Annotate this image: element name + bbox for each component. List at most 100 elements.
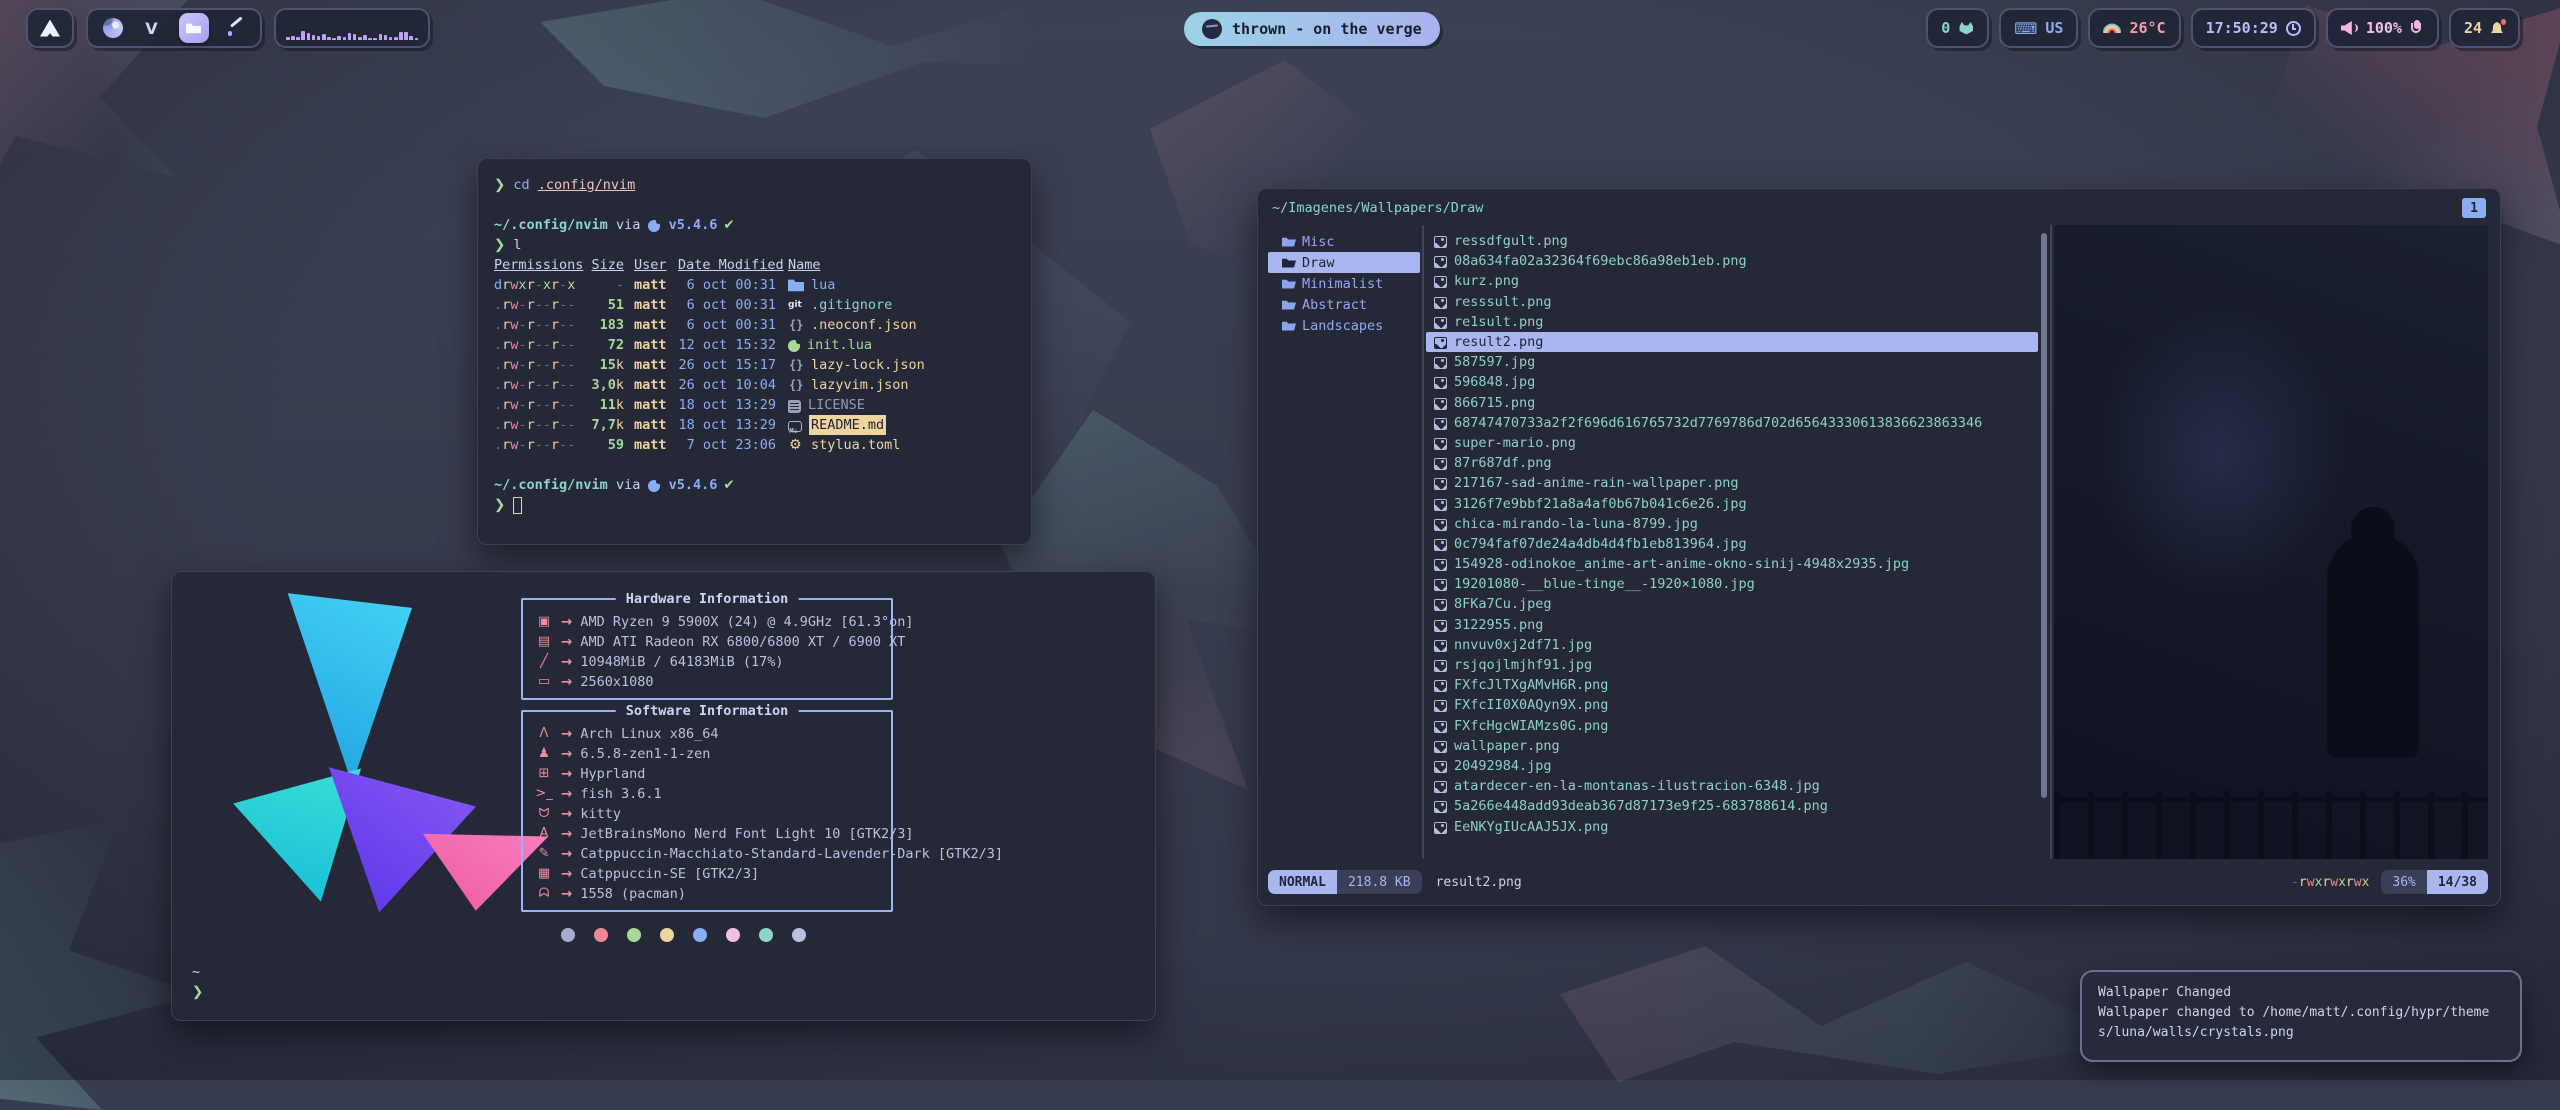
dock-item-vim[interactable] xyxy=(140,14,164,42)
viz-bar xyxy=(399,32,403,40)
file-row[interactable]: ressdfgult.png xyxy=(1426,231,2038,251)
file-row[interactable]: 19201080-__blue-tinge__-1920×1080.jpg xyxy=(1426,574,2038,594)
arrow-icon: → xyxy=(561,672,572,692)
owner: matt xyxy=(634,295,672,315)
permissions: .rw-r--r-- xyxy=(494,295,578,315)
notification-popup[interactable]: Wallpaper Changed Wallpaper changed to /… xyxy=(2080,970,2522,1062)
column-header: Date Modified xyxy=(678,255,776,275)
terminal-command-line: ❯ l xyxy=(494,235,1015,255)
status-widgets: 0 US 26°C 17:50:29 100% 24 xyxy=(1926,8,2520,48)
tab-indicator[interactable]: 1 xyxy=(2462,198,2486,218)
file-row[interactable]: resssult.png xyxy=(1426,292,2038,312)
file-row[interactable]: 217167-sad-anime-rain-wallpaper.png xyxy=(1426,473,2038,493)
file-name: lazy-lock.json xyxy=(811,355,925,375)
size: 15k xyxy=(584,355,624,375)
file-row[interactable]: 87r687df.png xyxy=(1426,453,2038,473)
notification-count-widget[interactable]: 0 xyxy=(1926,8,1989,48)
file-row[interactable]: 68747470733a2f2f696d616765732d7769786d70… xyxy=(1426,413,2038,433)
file-row[interactable]: atardecer-en-la-montanas-ilustracion-634… xyxy=(1426,776,2038,796)
file-name: chica-mirando-la-luna-8799.jpg xyxy=(1454,516,1698,532)
file-manager-window[interactable]: ~/Imagenes/Wallpapers/Draw 1 MiscDrawMin… xyxy=(1257,188,2501,906)
audio-visualizer-widget[interactable] xyxy=(274,8,430,48)
sidebar-item-misc[interactable]: Misc xyxy=(1268,231,1420,252)
media-player-widget[interactable]: thrown - on the verge xyxy=(1184,12,1440,46)
volume-widget[interactable]: 100% xyxy=(2326,8,2439,48)
terminal-prompt-line[interactable]: ❯ xyxy=(494,495,1015,515)
file-row[interactable]: kurz.png xyxy=(1426,271,2038,291)
file-row[interactable]: 587597.jpg xyxy=(1426,352,2038,372)
terminal-blank-line xyxy=(494,455,1015,475)
file-row[interactable]: FXfcJlTXgAMvH6R.png xyxy=(1426,675,2038,695)
firefox-icon xyxy=(103,18,123,38)
viz-bar xyxy=(389,37,393,40)
command: cd xyxy=(513,175,529,195)
fetch-item-text: AMD ATI Radeon RX 6800/6800 XT / 6900 XT xyxy=(580,632,905,652)
weather-widget[interactable]: 26°C xyxy=(2088,8,2180,48)
file-name: 596848.jpg xyxy=(1454,374,1535,390)
file-name: 587597.jpg xyxy=(1454,354,1535,370)
clock-widget[interactable]: 17:50:29 xyxy=(2191,8,2316,48)
permissions: drwxr-xr-x xyxy=(494,275,578,295)
terminal-icon: ᗢ xyxy=(533,804,555,824)
bell-icon xyxy=(2490,21,2505,35)
file-row[interactable]: 5a266e448add93deab367d87173e9f25-6837886… xyxy=(1426,796,2038,816)
file-name: 154928-odinokoe_anime-art-anime-okno-sin… xyxy=(1454,556,1909,572)
wm-icon: ⊞ xyxy=(533,764,555,784)
sidebar-item-draw[interactable]: Draw xyxy=(1268,252,1420,273)
terminal-window[interactable]: ❯ cd .config/nvim ~/.config/nvim via v5.… xyxy=(477,158,1032,545)
keyboard-layout-widget[interactable]: US xyxy=(1999,8,2078,48)
file-row[interactable]: 596848.jpg xyxy=(1426,372,2038,392)
terminal-listing-row: .rw-r--r--51matt6 oct 00:31.gitignore xyxy=(494,295,1015,315)
file-row[interactable]: rsjqojlmjhf91.jpg xyxy=(1426,655,2038,675)
braces-file-icon xyxy=(788,318,804,333)
scrollbar-track[interactable] xyxy=(2038,225,2050,859)
sidebar-item-landscapes[interactable]: Landscapes xyxy=(1268,315,1420,336)
file-name: kurz.png xyxy=(1454,273,1519,289)
wallpaper-texture xyxy=(540,0,1180,150)
lua-version: v5.4.6 xyxy=(669,475,718,495)
file-row[interactable]: wallpaper.png xyxy=(1426,736,2038,756)
prompt-path: ~ xyxy=(192,962,211,982)
file-name: 68747470733a2f2f696d616765732d7769786d70… xyxy=(1454,415,1982,431)
file-row[interactable]: 866715.png xyxy=(1426,393,2038,413)
fetch-shell-prompt[interactable]: ~ ❯ xyxy=(192,962,211,1002)
file-row[interactable]: result2.png xyxy=(1426,332,2038,352)
time: 17:50:29 xyxy=(2206,19,2278,37)
kernel-icon: ♟ xyxy=(533,744,555,764)
file-row[interactable]: 3122955.png xyxy=(1426,615,2038,635)
dock-item-brush[interactable] xyxy=(224,14,248,42)
palette-dot xyxy=(792,928,806,942)
file-row[interactable]: nnvuv0xj2df71.jpg xyxy=(1426,635,2038,655)
file-manager-body: MiscDrawMinimalistAbstractLandscapes res… xyxy=(1268,225,2488,859)
file-row[interactable]: super-mario.png xyxy=(1426,433,2038,453)
preview-pane xyxy=(2050,225,2488,859)
sidebar-item-minimalist[interactable]: Minimalist xyxy=(1268,273,1420,294)
image-file-icon xyxy=(1434,680,1447,692)
file-row[interactable]: 154928-odinokoe_anime-art-anime-okno-sin… xyxy=(1426,554,2038,574)
file-row[interactable]: 3126f7e9bbf21a8a4af0b67b041c6e26.jpg xyxy=(1426,493,2038,513)
viz-bar xyxy=(322,34,326,40)
fetch-logo xyxy=(181,576,553,930)
system-fetch-window[interactable]: Hardware Information ▣→AMD Ryzen 9 5900X… xyxy=(171,571,1156,1021)
scrollbar-thumb[interactable] xyxy=(2041,233,2047,798)
folder-open-icon xyxy=(1282,257,1296,268)
date-widget[interactable]: 24 xyxy=(2449,8,2520,48)
image-file-icon xyxy=(1434,317,1447,329)
file-row[interactable]: chica-mirando-la-luna-8799.jpg xyxy=(1426,514,2038,534)
notification-body: Wallpaper changed to /home/matt/.config/… xyxy=(2098,1003,2504,1043)
sidebar-item-abstract[interactable]: Abstract xyxy=(1268,294,1420,315)
file-row[interactable]: FXfcHgcWIAMzs0G.png xyxy=(1426,716,2038,736)
file-row[interactable]: 0c794faf07de24a4db4d4fb1eb813964.jpg xyxy=(1426,534,2038,554)
folder-open-icon xyxy=(1282,278,1296,289)
file-name: LICENSE xyxy=(808,395,865,415)
file-row[interactable]: re1sult.png xyxy=(1426,312,2038,332)
file-row[interactable]: 08a634fa02a32364f69ebc86a98eb1eb.png xyxy=(1426,251,2038,271)
app-launcher-button[interactable] xyxy=(26,8,74,48)
keyboard-layout: US xyxy=(2045,19,2063,37)
file-row[interactable]: 8FKa7Cu.jpeg xyxy=(1426,594,2038,614)
file-row[interactable]: EeNKYgIUcAAJ5JX.png xyxy=(1426,816,2038,836)
file-row[interactable]: FXfcII0X0AQyn9X.png xyxy=(1426,695,2038,715)
file-row[interactable]: 20492984.jpg xyxy=(1426,756,2038,776)
dock-item-firefox[interactable] xyxy=(101,14,125,42)
dock-item-files[interactable] xyxy=(179,13,209,43)
